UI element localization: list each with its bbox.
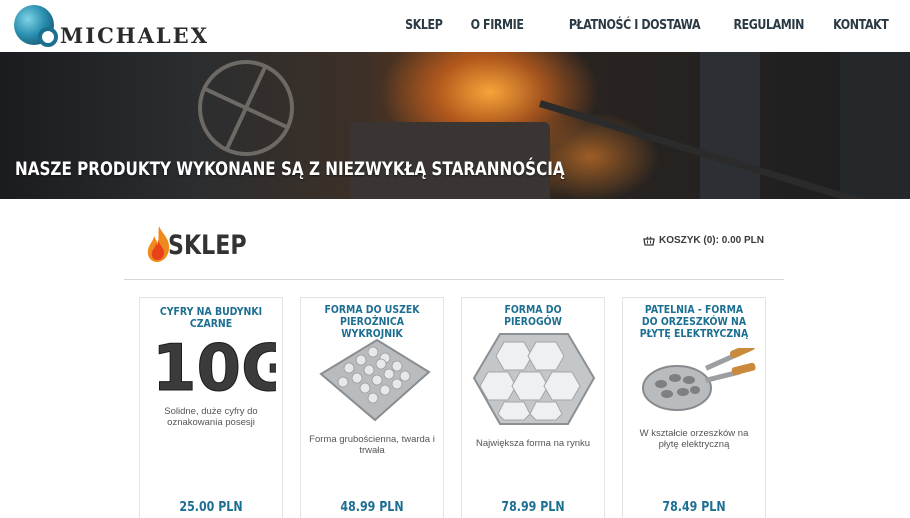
product-card[interactable]: CYFRY NA BUDYNKI CZARNE 10G Solidne, duż… [139, 297, 294, 518]
product-description: Największa forma na rynku [475, 438, 591, 449]
hero-pillar [840, 52, 910, 199]
product-card[interactable]: FORMA DO PIEROGÓW Największa forma na ry… [461, 297, 605, 518]
product-image[interactable] [470, 326, 596, 430]
product-image[interactable] [631, 342, 757, 428]
nav-item-kontakt[interactable]: KONTAKT [833, 17, 889, 33]
product-price: 78.99 PLN [501, 500, 565, 515]
house-numbers-glyphs: 10G [152, 332, 276, 406]
product-price: 25.00 PLN [179, 500, 243, 515]
site-header: MICHALEX SKLEP O FIRMIE PŁATNOŚĆ I DOSTA… [0, 0, 910, 52]
product-title[interactable]: CYFRY NA BUDYNKI CZARNE [154, 306, 268, 330]
product-price: 48.99 PLN [340, 500, 404, 515]
logo-text: MICHALEX [60, 23, 209, 48]
nav-item-sklep[interactable]: SKLEP [405, 17, 443, 33]
product-price: 78.49 PLN [662, 500, 726, 515]
product-card[interactable]: FORMA DO USZEK PIEROŻNICA WYKROJNIK Form… [300, 297, 444, 518]
product-title[interactable]: PATELNIA - FORMA DO ORZESZKÓW NA PŁYTĘ E… [637, 304, 751, 340]
walnut-pan-image [642, 342, 756, 411]
product-description: W kształcie orzeszków na płytę elektrycz… [639, 428, 749, 450]
hero-pillar [700, 52, 760, 199]
nav-item-platnosc-i-dostawa[interactable]: PŁATNOŚĆ I DOSTAWA [569, 17, 701, 33]
product-title[interactable]: FORMA DO PIEROGÓW [476, 304, 590, 328]
product-grid: CYFRY NA BUDYNKI CZARNE 10G Solidne, duż… [139, 297, 766, 518]
nav-item-regulamin[interactable]: REGULAMIN [733, 17, 804, 33]
product-description: Forma grubościenna, twarda i trwała [309, 434, 435, 456]
dumpling-mould-image [319, 338, 431, 422]
shop-header: SKLEP KOSZYK (0): 0.00 PLN [124, 220, 784, 280]
product-card[interactable]: PATELNIA - FORMA DO ORZESZKÓW NA PŁYTĘ E… [622, 297, 766, 518]
product-image[interactable] [309, 332, 435, 432]
main-nav: SKLEP O FIRMIE PŁATNOŚĆ I DOSTAWA REGULA… [397, 17, 889, 33]
shop-title: SKLEP [168, 230, 247, 261]
cart-link[interactable]: KOSZYK (0): 0.00 PLN [643, 235, 764, 246]
logo-small-ring-icon [38, 27, 58, 47]
product-description: Solidne, duże cyfry do oznakowania poses… [164, 406, 258, 428]
hero-banner: NASZE PRODUKTY WYKONANE SĄ Z NIEZWYKŁĄ S… [0, 52, 910, 199]
brand-logo[interactable]: MICHALEX [14, 5, 207, 48]
pierogi-mould-image [472, 333, 596, 425]
basket-icon [643, 235, 655, 246]
hero-title: NASZE PRODUKTY WYKONANE SĄ Z NIEZWYKŁĄ S… [15, 158, 565, 180]
cart-label: KOSZYK (0): 0.00 PLN [658, 235, 764, 246]
nav-item-o-firmie[interactable]: O FIRMIE [471, 17, 524, 33]
